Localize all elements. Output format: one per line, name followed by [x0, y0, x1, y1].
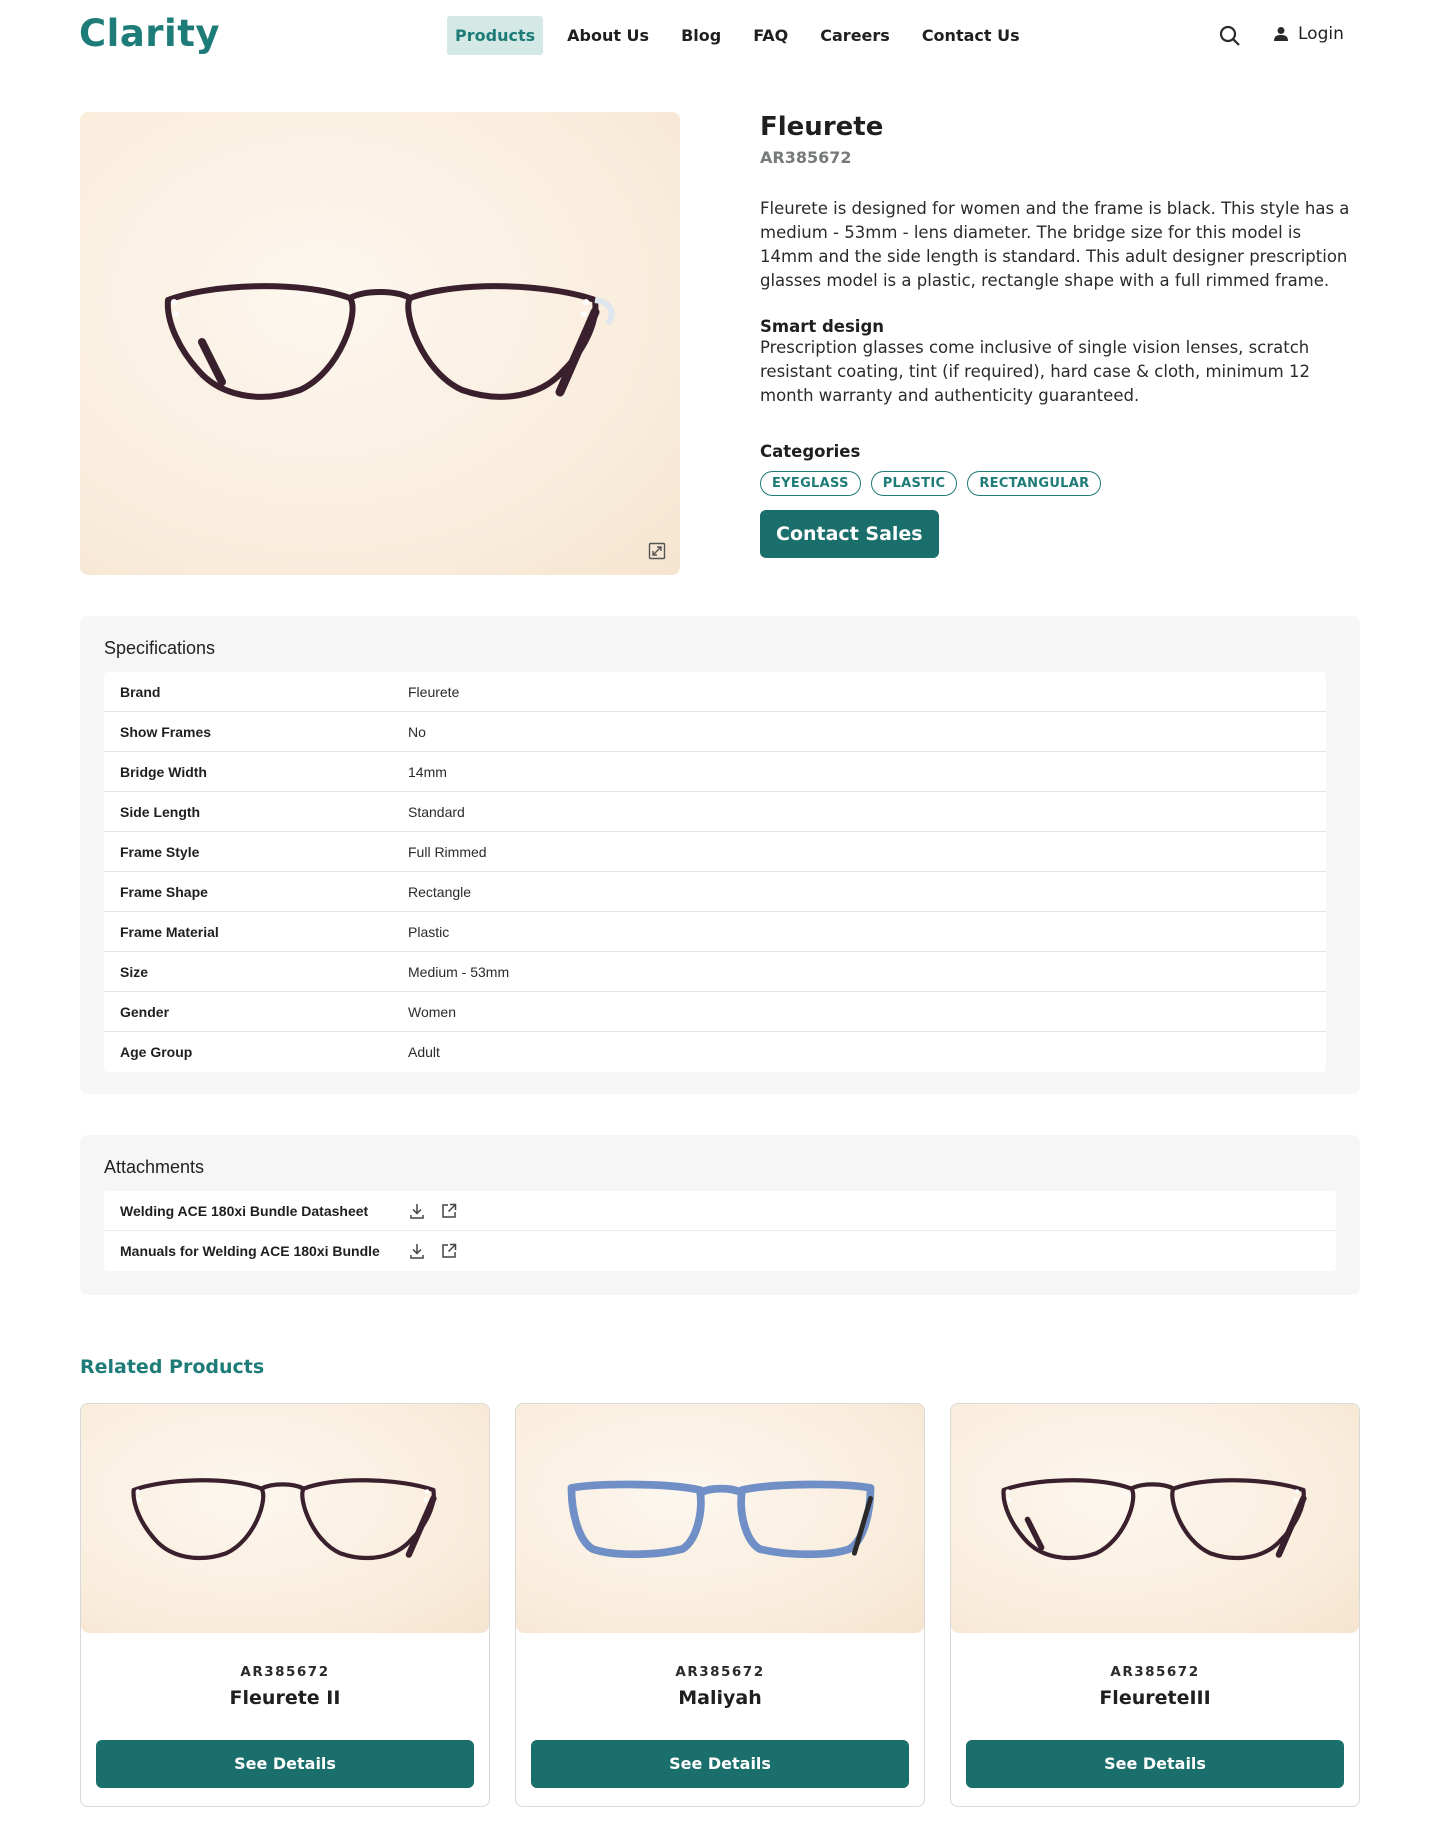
specifications-table: Brand Fleurete Show Frames No Bridge Width…: [104, 672, 1326, 1072]
spec-key: Brand: [120, 683, 161, 700]
product-code: AR385672: [760, 148, 852, 167]
spec-value: Plastic: [408, 923, 450, 940]
nav-contact-us[interactable]: Contact Us: [914, 16, 1028, 55]
spec-value: Full Rimmed: [408, 843, 487, 860]
spec-row: Side Length Standard: [104, 792, 1326, 832]
logo[interactable]: Clarity: [79, 12, 220, 55]
spec-row: Frame Material Plastic: [104, 912, 1326, 952]
related-products-title: Related Products: [80, 1356, 265, 1378]
attachment-row: Welding ACE 180xi Bundle Datasheet: [104, 1191, 1336, 1231]
product-info: Fleurete AR385672 Fleurete is designed f…: [760, 112, 1350, 558]
spec-key: Size: [120, 963, 149, 980]
spec-value: 14mm: [408, 763, 447, 780]
open-external-icon[interactable]: [440, 1202, 458, 1220]
related-product-image[interactable]: [951, 1404, 1359, 1633]
spec-row: Show Frames No: [104, 712, 1326, 752]
nav-products[interactable]: Products: [447, 16, 544, 55]
spec-key: Gender: [120, 1003, 170, 1020]
spec-row: Gender Women: [104, 992, 1326, 1032]
spec-row: Size Medium - 53mm: [104, 952, 1326, 992]
contact-sales-button[interactable]: Contact Sales: [760, 510, 939, 558]
attachments-title: Attachments: [104, 1157, 205, 1177]
see-details-button[interactable]: See Details: [966, 1740, 1344, 1788]
spec-row: Age Group Adult: [104, 1032, 1326, 1072]
related-product-name: FleureteIII: [1099, 1687, 1211, 1709]
spec-key: Frame Shape: [120, 883, 208, 900]
nav-faq[interactable]: FAQ: [745, 16, 796, 55]
product-name: Fleurete: [760, 112, 884, 142]
related-product-code: AR385672: [1110, 1664, 1200, 1680]
related-product-name: Fleurete II: [229, 1687, 341, 1709]
category-chip-eyeglass[interactable]: EYEGLASS: [760, 471, 861, 496]
spec-key: Bridge Width: [120, 763, 207, 780]
spec-key: Show Frames: [120, 723, 212, 740]
category-chips: EYEGLASS PLASTIC RECTANGULAR: [760, 471, 1350, 496]
attachments-panel: Attachments Welding ACE 180xi Bundle Dat…: [80, 1135, 1360, 1295]
smart-design-title: Smart design: [760, 317, 885, 336]
product-description: Fleurete is designed for women and the f…: [760, 199, 1350, 290]
specifications-title: Specifications: [104, 638, 216, 658]
spec-value: Women: [408, 1003, 456, 1020]
attachment-name: Welding ACE 180xi Bundle Datasheet: [120, 1202, 369, 1219]
attachment-name: Manuals for Welding ACE 180xi Bundle: [120, 1243, 380, 1259]
spec-value: Rectangle: [408, 883, 472, 900]
glasses-image: [164, 283, 615, 400]
related-product-image[interactable]: [516, 1404, 924, 1633]
nav-blog[interactable]: Blog: [673, 16, 729, 55]
main-nav: Products About Us Blog FAQ Careers Conta…: [447, 16, 1044, 55]
login-button[interactable]: Login: [1274, 24, 1344, 44]
glasses-image: [567, 1480, 875, 1559]
spec-value: Fleurete: [408, 683, 460, 700]
attachment-row: Manuals for Welding ACE 180xi Bundle: [104, 1231, 1336, 1271]
attachments-list: Welding ACE 180xi Bundle Datasheet Manua…: [104, 1191, 1336, 1271]
nav-careers[interactable]: Careers: [812, 16, 898, 55]
related-product-card[interactable]: AR385672 Fleurete II See Details: [80, 1403, 490, 1807]
spec-key: Frame Style: [120, 843, 200, 860]
spec-row: Bridge Width 14mm: [104, 752, 1326, 792]
related-product-image[interactable]: [81, 1404, 489, 1633]
spec-value: Standard: [408, 803, 465, 820]
related-product-card[interactable]: AR385672 Maliyah See Details: [515, 1403, 925, 1807]
spec-row: Frame Style Full Rimmed: [104, 832, 1326, 872]
specifications-panel: Specifications Brand Fleurete Show Frames…: [80, 616, 1360, 1094]
spec-value: Adult: [408, 1044, 440, 1060]
related-product-code: AR385672: [675, 1664, 765, 1680]
spec-row: Brand Fleurete: [104, 672, 1326, 712]
related-product-card[interactable]: AR385672 FleureteIII See Details: [950, 1403, 1360, 1807]
user-icon: [1274, 27, 1288, 41]
glasses-image: [131, 1478, 437, 1561]
glasses-image: [1001, 1478, 1307, 1561]
spec-key: Frame Material: [120, 923, 219, 940]
categories-title: Categories: [760, 442, 861, 461]
spec-key: Side Length: [120, 803, 201, 820]
product-image[interactable]: [80, 112, 680, 575]
expand-icon[interactable]: [648, 542, 666, 560]
spec-value: Medium - 53mm: [408, 963, 510, 980]
spec-key: Age Group: [120, 1044, 193, 1060]
open-external-icon[interactable]: [440, 1242, 458, 1260]
category-chip-rectangular[interactable]: RECTANGULAR: [967, 471, 1102, 496]
category-chip-plastic[interactable]: PLASTIC: [870, 471, 958, 496]
login-label: Login: [1298, 24, 1344, 44]
site-header: Clarity Products About Us Blog FAQ Caree…: [0, 0, 1440, 74]
download-icon[interactable]: [408, 1242, 426, 1260]
related-product-code: AR385672: [240, 1664, 330, 1680]
search-icon[interactable]: [1218, 24, 1242, 48]
spec-value: No: [408, 723, 426, 740]
spec-row: Frame Shape Rectangle: [104, 872, 1326, 912]
see-details-button[interactable]: See Details: [96, 1740, 474, 1788]
smart-design-description: Prescription glasses come inclusive of s…: [760, 338, 1310, 405]
see-details-button[interactable]: See Details: [531, 1740, 909, 1788]
nav-about-us[interactable]: About Us: [559, 16, 657, 55]
related-product-name: Maliyah: [678, 1687, 762, 1709]
download-icon[interactable]: [408, 1202, 426, 1220]
